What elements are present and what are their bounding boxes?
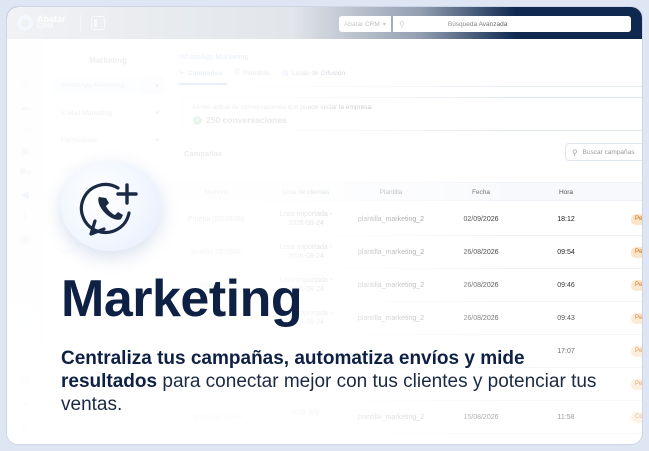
table-row[interactable]: prueba 26-0888 Lista importada - 2026-08-2… (171, 236, 642, 269)
search-icon: ⚲ (399, 19, 405, 29)
campaign-search-placeholder: Buscar campañas (582, 148, 635, 156)
whatsapp-add-icon (79, 182, 138, 236)
cell-plantilla: plantilla_marketing_2 (357, 282, 425, 289)
template-icon: ⎗ (234, 69, 240, 76)
campaign-search-input[interactable]: ⚲ Buscar campañas (565, 143, 642, 161)
app-window: Abatar CRM Abatar CRM ▾ ⚲ Búsqueda Avanz… (6, 6, 643, 445)
tab-label: Plantillas (242, 69, 271, 77)
col-nombre[interactable]: Nombre (191, 189, 241, 196)
cell-fecha: 26/08/2026 (463, 315, 499, 322)
submenu-item-whatsapp-marketing[interactable]: WhatsApp Marketing ▾ (53, 77, 165, 94)
headset-icon[interactable]: ☊ (18, 374, 32, 388)
cell-lista: Lista importada - 2026-08-24 (266, 243, 346, 261)
cell-nombre: Prueba (02/09/26) (187, 216, 245, 223)
tab-campanas[interactable]: ➢ Campañas (179, 69, 223, 78)
calendar-icon[interactable]: ▭ (18, 122, 32, 136)
cell-fecha: 02/09/2026 (463, 216, 499, 223)
status-badge: Pe (631, 346, 642, 357)
brand-logo[interactable]: Abatar CRM (17, 15, 66, 31)
cell-plantilla: plantilla_marketing_2 (357, 249, 425, 256)
active-tab-indicator (179, 83, 227, 85)
chart-icon[interactable]: ⌇ (18, 210, 32, 224)
table-row[interactable]: Prueba (02/09/26) Lista importada - 2026-0… (171, 203, 642, 236)
submenu-item-label: Formularios (61, 136, 97, 144)
briefcase-icon[interactable]: ▣ (18, 144, 32, 158)
tab-bar: ➢ Campañas ⎗ Plantillas ▤ Listas de Difu… (179, 69, 357, 77)
tabs-divider (171, 86, 642, 87)
status-badge: Pe (631, 214, 642, 225)
submenu-item-formularios[interactable]: Formularios ▾ (53, 132, 165, 149)
cell-plantilla: plantilla_marketing_2 (357, 315, 425, 322)
settings-icon[interactable]: ⚙ (18, 420, 32, 434)
col-hora[interactable]: Hora (541, 189, 591, 196)
status-badge: Co (631, 412, 642, 423)
status-badge: Pe (631, 280, 642, 291)
cart-icon[interactable]: ⛟ (18, 166, 32, 180)
conversation-limit-card: Límite actual de conversaciones que pued… (181, 97, 642, 131)
tab-label: Listas de Difusión (291, 69, 346, 77)
crm-selector-label: Abatar CRM (344, 20, 380, 28)
list-icon: ▤ (282, 70, 289, 77)
advanced-search-label: Búsqueda Avanzada (447, 20, 508, 28)
cell-lista-line: 2026-08-24 (288, 220, 324, 227)
send-icon: ➢ (179, 70, 185, 77)
chevron-down-icon: ▾ (155, 137, 159, 144)
tab-plantillas[interactable]: ⎗ Plantillas (234, 69, 270, 77)
whatsapp-bubble (61, 161, 161, 251)
check-circle-icon: ✓ (193, 116, 202, 125)
chevron-down-icon: ▾ (382, 21, 386, 28)
cell-hora: 18:12 (557, 216, 575, 223)
tab-label: Campañas (187, 69, 223, 77)
status-badge: Pe (631, 313, 642, 324)
building-icon[interactable]: ▦ (18, 232, 32, 246)
cell-lista-line: Lista importada - (279, 211, 333, 218)
advanced-search-input[interactable]: ⚲ Búsqueda Avanzada (393, 16, 631, 32)
hero-description: Centraliza tus campañas, automatiza enví… (61, 347, 621, 416)
section-title: WhatsApp Marketing (179, 52, 249, 61)
filter-icon[interactable]: ▽ (18, 78, 32, 92)
cell-hora: 09:46 (557, 282, 575, 289)
cell-fecha: 26/08/2026 (463, 249, 499, 256)
col-lista[interactable]: Lista de clientes (271, 189, 341, 196)
home-icon[interactable]: ⌂ (18, 56, 32, 70)
col-plantilla[interactable]: Plantilla (361, 189, 421, 196)
col-fecha[interactable]: Fecha (456, 189, 506, 196)
limit-value: 250 conversaciones (206, 115, 287, 125)
top-bar: Abatar CRM Abatar CRM ▾ ⚲ Búsqueda Avanz… (7, 7, 642, 39)
brand-sub: CRM (37, 23, 53, 30)
submenu-item-label: WhatsApp Marketing (61, 82, 125, 89)
cell-lista-line: 2026-08-24 (288, 253, 324, 260)
submenu-item-label: E-Mail Marketing (61, 109, 112, 117)
campaigns-heading: Campañas (184, 149, 222, 158)
crm-selector[interactable]: Abatar CRM ▾ (339, 16, 391, 32)
status-badge: Pe (631, 247, 642, 258)
table-header: Nombre Lista de clientes Plantilla Fecha… (171, 182, 642, 201)
cell-fecha: 26/08/2026 (463, 282, 499, 289)
chevron-down-icon: ▾ (155, 82, 159, 90)
hero-title: Marketing (61, 270, 303, 328)
tab-listas-difusion[interactable]: ▤ Listas de Difusión (282, 69, 346, 78)
topbar-divider (79, 14, 81, 32)
submenu-item-email-marketing[interactable]: E-Mail Marketing ▾ (53, 105, 165, 122)
cell-hora: 09:43 (557, 315, 575, 322)
status-badge: Pe (631, 379, 642, 390)
cell-lista: Lista importada - 2026-08-24 (266, 210, 346, 228)
limit-label: Límite actual de conversaciones que pued… (193, 104, 373, 111)
cell-nombre: prueba 26-0888 (191, 249, 241, 256)
submenu-title: Marketing (89, 56, 127, 65)
icon-rail: ⌂ ▽ ☁ ▭ ▣ ⛟ ◀ ⌇ ▦ ☊ ● ⚙ (7, 39, 45, 444)
user-icon[interactable]: ● (18, 397, 32, 411)
cell-plantilla: plantilla_marketing_2 (357, 216, 425, 223)
cell-hora: 09:54 (557, 249, 575, 256)
toggle-panel-icon[interactable] (90, 16, 105, 30)
megaphone-icon[interactable]: ◀ (18, 188, 32, 202)
cell-lista-line: Lista importada - (279, 244, 333, 251)
chevron-down-icon: ▾ (155, 110, 159, 117)
chat-icon[interactable]: ☁ (18, 100, 32, 114)
search-icon: ⚲ (572, 147, 578, 157)
logo-mark-icon (17, 15, 33, 31)
brand-name: Abatar (37, 14, 66, 24)
